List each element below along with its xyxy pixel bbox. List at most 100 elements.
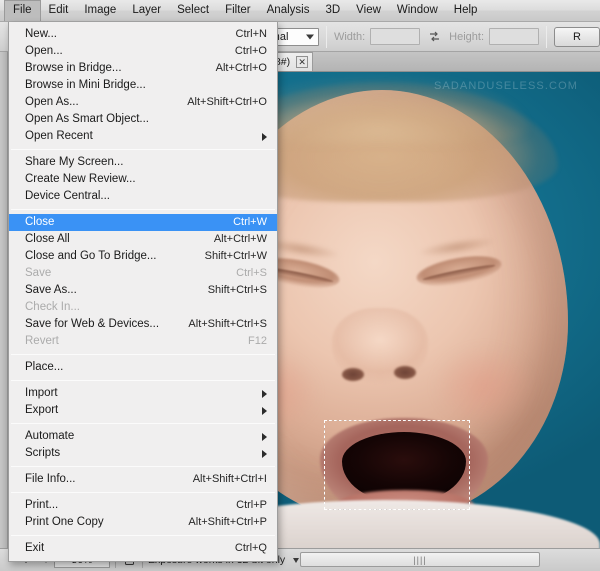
menu-item-label: Browse in Mini Bridge... xyxy=(25,80,146,92)
menu-item-check-in: Check In... xyxy=(9,299,277,316)
menu-bar-item-image[interactable]: Image xyxy=(76,0,124,21)
menu-item-shortcut: Alt+Ctrl+O xyxy=(194,63,267,74)
menu-bar-item-filter[interactable]: Filter xyxy=(217,0,259,21)
nostril-right xyxy=(394,366,416,379)
menu-item-label: Save As... xyxy=(25,285,77,297)
left-panel-strip xyxy=(0,52,8,548)
menu-bar-item-view[interactable]: View xyxy=(348,0,389,21)
menu-item-label: Open As... xyxy=(25,97,79,109)
options-divider-2 xyxy=(546,26,547,48)
close-icon[interactable]: ✕ xyxy=(296,56,308,68)
menu-item-print-one-copy[interactable]: Print One Copy Alt+Shift+Ctrl+P xyxy=(9,514,277,531)
menu-item-browse-in-bridge[interactable]: Browse in Bridge... Alt+Ctrl+O xyxy=(9,60,277,77)
width-input[interactable] xyxy=(370,28,420,45)
menu-item-shortcut: Alt+Shift+Ctrl+O xyxy=(165,97,267,108)
status-message-caret-icon[interactable] xyxy=(293,558,299,563)
menu-bar-item-edit[interactable]: Edit xyxy=(41,0,77,21)
menu-bar-item-3d[interactable]: 3D xyxy=(317,0,348,21)
menu-item-save-as[interactable]: Save As... Shift+Ctrl+S xyxy=(9,282,277,299)
menu-item-label: Save xyxy=(25,268,51,280)
menu-item-label: Place... xyxy=(25,362,63,374)
photoshop-window: FileEditImageLayerSelectFilterAnalysis3D… xyxy=(0,0,600,571)
menu-separator xyxy=(11,380,275,381)
menu-item-label: New... xyxy=(25,29,57,41)
menu-item-shortcut: Ctrl+Q xyxy=(213,543,267,554)
menu-item-label: File Info... xyxy=(25,474,76,486)
menu-item-shortcut: Alt+Shift+Ctrl+I xyxy=(171,474,267,485)
width-label: Width: xyxy=(334,31,365,43)
menu-bar-item-file[interactable]: File xyxy=(4,0,41,21)
menu-item-label: Scripts xyxy=(25,448,60,460)
submenu-arrow-icon xyxy=(262,407,267,415)
menu-item-label: Share My Screen... xyxy=(25,157,123,169)
menu-bar-item-select[interactable]: Select xyxy=(169,0,217,21)
menu-item-shortcut: Alt+Ctrl+W xyxy=(192,234,267,245)
menu-item-label: Open As Smart Object... xyxy=(25,114,149,126)
menu-item-label: Automate xyxy=(25,431,74,443)
submenu-arrow-icon xyxy=(262,450,267,458)
menu-item-scripts[interactable]: Scripts xyxy=(9,445,277,462)
menu-item-device-central[interactable]: Device Central... xyxy=(9,188,277,205)
menu-item-label: Print One Copy xyxy=(25,517,104,529)
menu-item-label: Close and Go To Bridge... xyxy=(25,251,156,263)
menu-separator xyxy=(11,466,275,467)
menu-item-label: Export xyxy=(25,405,58,417)
menu-item-export[interactable]: Export xyxy=(9,402,277,419)
menu-bar-item-layer[interactable]: Layer xyxy=(124,0,169,21)
menu-bar-item-analysis[interactable]: Analysis xyxy=(259,0,318,21)
menu-item-label: Open Recent xyxy=(25,131,93,143)
menu-item-label: Device Central... xyxy=(25,191,110,203)
menu-item-open-as[interactable]: Open As... Alt+Shift+Ctrl+O xyxy=(9,94,277,111)
refine-edge-button[interactable]: R xyxy=(554,27,600,47)
menu-item-print[interactable]: Print...Ctrl+P xyxy=(9,497,277,514)
menu-item-automate[interactable]: Automate xyxy=(9,428,277,445)
marquee-selection[interactable] xyxy=(324,420,470,510)
menu-item-exit[interactable]: ExitCtrl+Q xyxy=(9,540,277,557)
menu-item-new[interactable]: New...Ctrl+N xyxy=(9,26,277,43)
menu-separator xyxy=(11,149,275,150)
swap-width-height-icon[interactable] xyxy=(428,29,441,45)
width-group: Width: xyxy=(334,22,420,51)
menu-separator xyxy=(11,492,275,493)
menu-item-label: Revert xyxy=(25,336,59,348)
menu-bar-item-help[interactable]: Help xyxy=(446,0,486,21)
menu-item-place[interactable]: Place... xyxy=(9,359,277,376)
menu-item-import[interactable]: Import xyxy=(9,385,277,402)
height-input[interactable] xyxy=(489,28,539,45)
menu-item-save: SaveCtrl+S xyxy=(9,265,277,282)
menu-separator xyxy=(11,354,275,355)
menu-item-save-for-web-devices[interactable]: Save for Web & Devices...Alt+Shift+Ctrl+… xyxy=(9,316,277,333)
options-divider xyxy=(326,26,327,48)
menu-bar-items: FileEditImageLayerSelectFilterAnalysis3D… xyxy=(4,0,485,21)
scrollbar-grip: |||| xyxy=(413,555,426,565)
menu-bar-item-window[interactable]: Window xyxy=(389,0,446,21)
menu-item-close[interactable]: CloseCtrl+W xyxy=(9,214,277,231)
menu-item-shortcut: Alt+Shift+Ctrl+S xyxy=(166,319,267,330)
menu-item-label: Close All xyxy=(25,234,70,246)
nostril-left xyxy=(342,368,364,381)
menu-item-close-all[interactable]: Close All Alt+Ctrl+W xyxy=(9,231,277,248)
menu-item-shortcut: F12 xyxy=(226,336,267,347)
submenu-arrow-icon xyxy=(262,133,267,141)
menu-item-shortcut: Ctrl+W xyxy=(211,217,267,228)
menu-item-file-info[interactable]: File Info... Alt+Shift+Ctrl+I xyxy=(9,471,277,488)
menu-separator xyxy=(11,423,275,424)
menu-item-label: Create New Review... xyxy=(25,174,136,186)
menu-item-shortcut: Shift+Ctrl+S xyxy=(186,285,267,296)
menu-item-open[interactable]: Open...Ctrl+O xyxy=(9,43,277,60)
cheek-right xyxy=(432,344,536,428)
menu-item-create-new-review[interactable]: Create New Review... xyxy=(9,171,277,188)
horizontal-scrollbar[interactable]: |||| xyxy=(300,552,540,567)
menu-item-shortcut: Ctrl+P xyxy=(214,500,267,511)
menu-item-shortcut: Alt+Shift+Ctrl+P xyxy=(166,517,267,528)
menu-item-shortcut: Shift+Ctrl+W xyxy=(183,251,267,262)
menu-item-label: Browse in Bridge... xyxy=(25,63,122,75)
height-group: Height: xyxy=(449,22,539,51)
menu-item-close-and-go-to-bridge[interactable]: Close and Go To Bridge... Shift+Ctrl+W xyxy=(9,248,277,265)
file-menu-dropdown[interactable]: New...Ctrl+NOpen...Ctrl+OBrowse in Bridg… xyxy=(8,22,278,562)
menu-item-revert: Revert F12 xyxy=(9,333,277,350)
menu-item-share-my-screen[interactable]: Share My Screen... xyxy=(9,154,277,171)
menu-item-open-as-smart-object[interactable]: Open As Smart Object... xyxy=(9,111,277,128)
menu-item-open-recent[interactable]: Open Recent xyxy=(9,128,277,145)
menu-item-browse-in-mini-bridge[interactable]: Browse in Mini Bridge... xyxy=(9,77,277,94)
